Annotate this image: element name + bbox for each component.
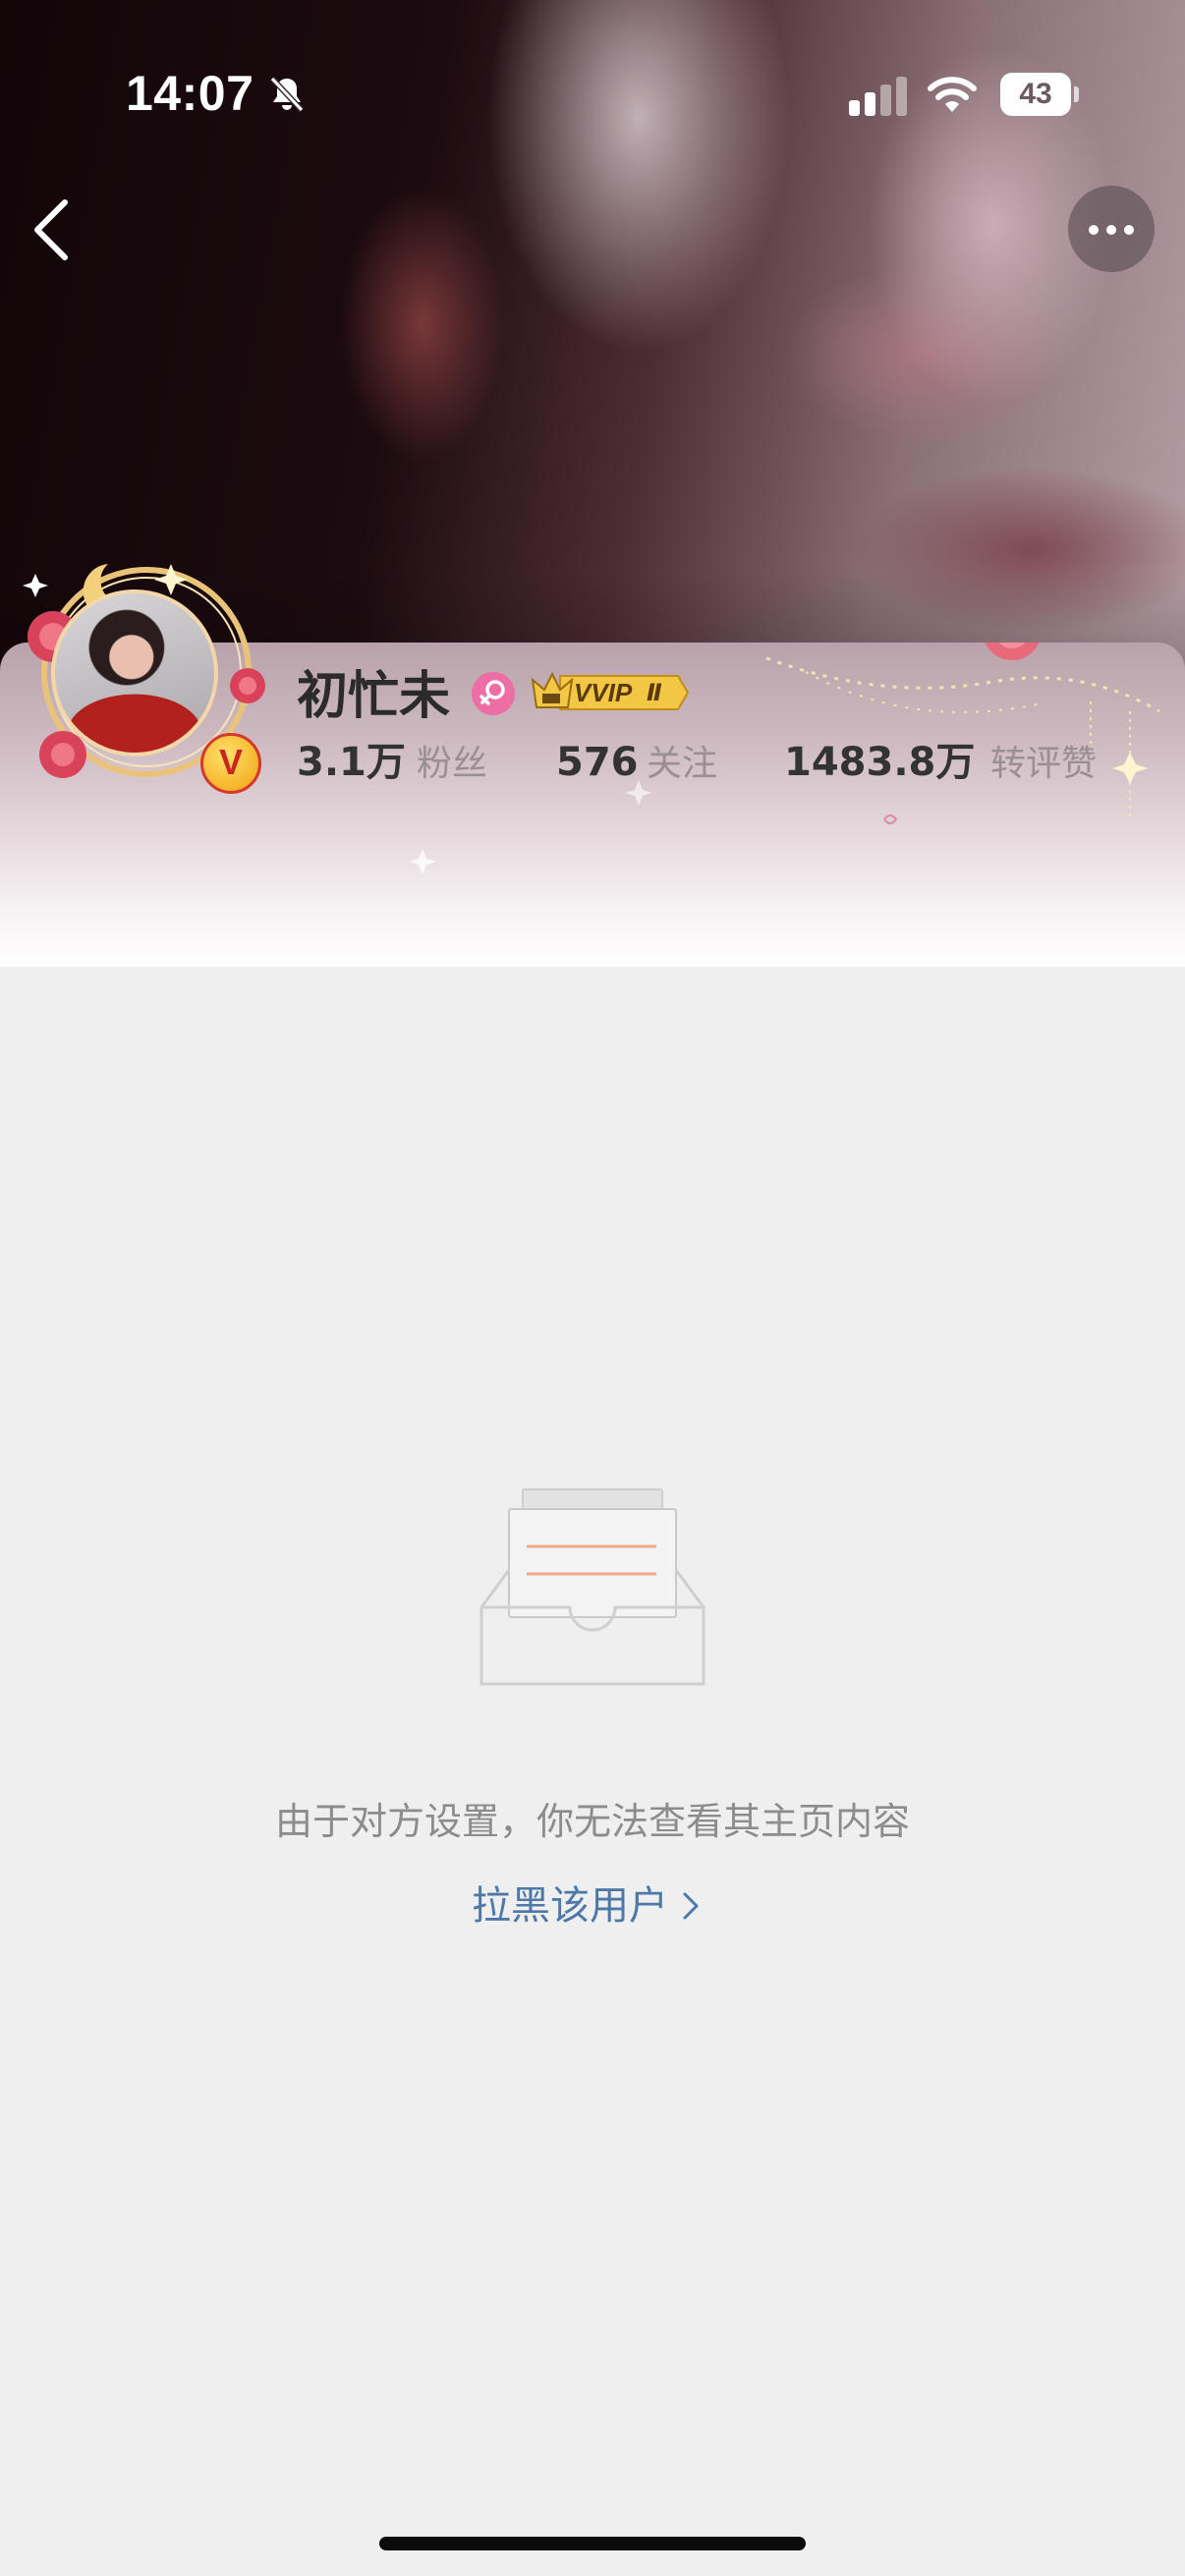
verified-badge: V bbox=[200, 733, 261, 794]
reposts-likes-label[interactable]: 转评赞 bbox=[990, 733, 1097, 796]
status-bar: 14:07 43 bbox=[0, 0, 1185, 147]
status-time: 14:07 bbox=[126, 66, 254, 121]
wifi-icon bbox=[928, 77, 977, 112]
battery-icon: 43 bbox=[1000, 73, 1079, 116]
avatar[interactable] bbox=[51, 589, 218, 756]
profile-page: 14:07 43 V 初忙未 VVIP Ⅱ 3.1万 粉丝 576 关注 148… bbox=[0, 0, 1185, 2576]
vip-badge[interactable]: VVIP Ⅱ bbox=[531, 668, 690, 717]
followers-count[interactable]: 3.1万 bbox=[297, 731, 406, 794]
cellular-signal-icon bbox=[849, 77, 907, 116]
female-icon bbox=[472, 672, 515, 715]
vip-level: Ⅱ bbox=[647, 679, 662, 706]
reposts-likes-count[interactable]: 1483.8万 bbox=[784, 731, 975, 794]
vip-label: VVIP bbox=[574, 678, 633, 707]
block-user-label: 拉黑该用户 bbox=[472, 1883, 668, 1929]
username: 初忙未 bbox=[297, 667, 451, 726]
following-count[interactable]: 576 bbox=[556, 731, 639, 794]
chevron-right-icon bbox=[683, 1892, 699, 1920]
followers-label[interactable]: 粉丝 bbox=[417, 733, 487, 796]
following-label[interactable]: 关注 bbox=[647, 733, 717, 796]
empty-message: 由于对方设置，你无法查看其主页内容 bbox=[274, 1800, 910, 1843]
block-user-link[interactable]: 拉黑该用户 bbox=[472, 1875, 702, 1937]
ellipsis-icon bbox=[1089, 225, 1099, 235]
battery-level: 43 bbox=[1019, 78, 1052, 110]
chevron-left-icon bbox=[34, 199, 68, 260]
more-button[interactable] bbox=[1068, 186, 1155, 272]
back-button[interactable] bbox=[24, 193, 83, 267]
home-indicator bbox=[379, 2537, 806, 2550]
bell-slash-icon bbox=[269, 76, 305, 113]
empty-inbox-icon bbox=[480, 1488, 705, 1686]
